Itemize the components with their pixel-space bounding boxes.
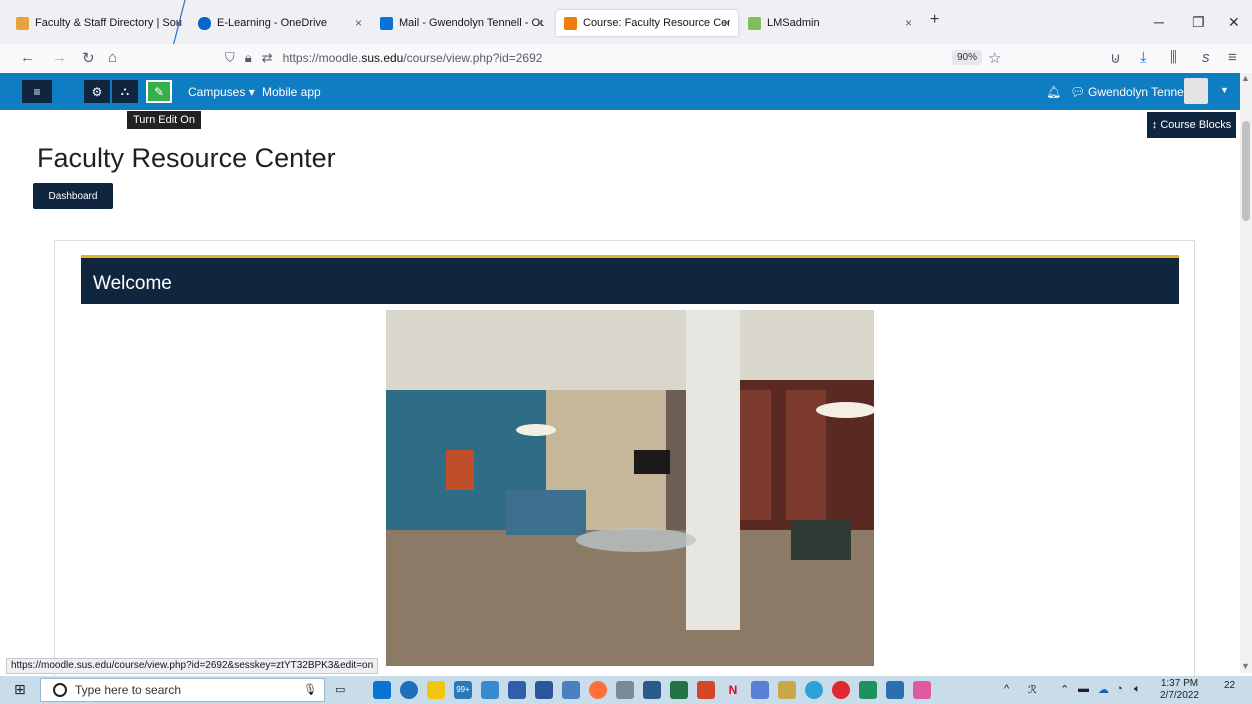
home-icon[interactable]: ⌂ (108, 49, 117, 66)
bookmark-star-icon[interactable]: ☆ (988, 49, 1001, 67)
campuses-menu[interactable]: Campuses ▾ (188, 85, 255, 99)
taskbar-search-input[interactable]: Type here to search (40, 678, 325, 702)
app-icon-2[interactable] (616, 681, 634, 699)
avatar[interactable] (1184, 78, 1208, 104)
app-icon-5[interactable] (805, 681, 823, 699)
section-title: Welcome (93, 273, 172, 294)
app-icon-6[interactable] (859, 681, 877, 699)
notification-center-icon[interactable]: 22 (1224, 680, 1244, 700)
microphone-icon[interactable]: 🎙︎ (303, 683, 317, 696)
library-icon[interactable]: ⫼ (1170, 49, 1177, 66)
outlook-taskbar-icon[interactable] (373, 681, 391, 699)
welcome-section-header: Welcome (81, 255, 1179, 304)
onedrive-tray-icon[interactable]: ☁ (1098, 683, 1109, 696)
cortana-icon (53, 683, 67, 697)
scroll-up-icon[interactable]: ▲ (1241, 73, 1250, 83)
app-icon-7[interactable] (886, 681, 904, 699)
edge-icon[interactable] (400, 681, 418, 699)
lmsadmin-icon (748, 16, 761, 30)
shield-icon: ⛉ (225, 50, 235, 65)
firefox-icon[interactable] (589, 681, 607, 699)
powerpoint-icon[interactable] (697, 681, 715, 699)
tab-close-icon[interactable]: × (905, 16, 912, 30)
status-url: https://moodle.sus.edu/course/view.php?i… (6, 658, 379, 674)
edit-tooltip: Turn Edit On (127, 111, 201, 129)
permissions-icon: ⇄ (261, 50, 273, 65)
lounge-photo (386, 310, 874, 666)
tab-onedrive[interactable]: E-Learning - OneDrive × (190, 10, 370, 36)
app-icon-8[interactable] (913, 681, 931, 699)
opera-icon[interactable] (832, 681, 850, 699)
scrollbar-thumb[interactable] (1242, 121, 1250, 221)
close-window-icon[interactable]: ✕ (1228, 14, 1240, 31)
moodle-navbar: ≡ ⚙ ⛬ ✎ Campuses ▾ Mobile app 🔔︎ 💬︎ Gwen… (0, 73, 1240, 110)
url-text: https://moodle.sus.edu/course/view.php?i… (282, 51, 543, 65)
app-icon-1[interactable] (481, 681, 499, 699)
back-icon[interactable]: ← (20, 49, 35, 66)
tab-close-icon[interactable]: × (723, 16, 730, 30)
app-icon-3[interactable] (751, 681, 769, 699)
windows-taskbar: ⊞ Type here to search 🎙︎ ▭ 99+ N ^ ℛ ⌃ ▬… (0, 676, 1252, 704)
page-scrollbar[interactable]: ▲ ▼ (1240, 73, 1252, 673)
windows-start-icon[interactable]: ⊞ (14, 681, 26, 698)
sitemap-icon[interactable]: ⛬ (112, 80, 138, 103)
arrows-vertical-icon: ↕ (1151, 119, 1161, 131)
turn-edit-on-button[interactable]: ✎ (146, 80, 172, 103)
zoom-indicator[interactable]: 90% (952, 50, 983, 65)
user-name[interactable]: Gwendolyn Tennell (1088, 85, 1189, 99)
app-icon-4[interactable] (778, 681, 796, 699)
tab-favicon-icon (16, 16, 29, 30)
address-bar[interactable]: ⛉ 🔒︎ ⇄ https://moodle.sus.edu/course/vie… (225, 46, 1015, 70)
sync-icon[interactable]: s (1202, 49, 1210, 66)
moodle-icon (564, 16, 577, 30)
page-title: Faculty Resource Center (37, 143, 336, 173)
pocket-icon[interactable]: ⊍ (1110, 49, 1121, 67)
tray-chevron-icon[interactable]: ⌃ (1060, 683, 1069, 696)
excel-icon[interactable] (670, 681, 688, 699)
dashboard-button[interactable]: Dashboard (33, 183, 113, 209)
tab-course[interactable]: Course: Faculty Resource Center × (556, 10, 738, 36)
powershell-icon[interactable] (508, 681, 526, 699)
messages-icon[interactable]: 💬︎ (1070, 85, 1085, 99)
network-app-icon[interactable] (562, 681, 580, 699)
tab-mail[interactable]: Mail - Gwendolyn Tennell - Outl × (372, 10, 552, 36)
restore-icon[interactable]: ❐ (1192, 14, 1205, 31)
teams-badge-icon[interactable]: 99+ (454, 681, 472, 699)
tab-close-icon[interactable]: × (355, 16, 362, 30)
course-blocks-button[interactable]: ↕ Course Blocks (1147, 112, 1236, 138)
lock-icon: 🔒︎ (244, 50, 252, 65)
reload-icon[interactable]: ↻ (82, 49, 95, 67)
file-explorer-icon[interactable] (427, 681, 445, 699)
tab-close-icon[interactable]: × (537, 16, 544, 30)
minimize-icon[interactable]: ─ (1154, 14, 1164, 30)
app-menu-icon[interactable]: ≡ (1228, 49, 1237, 66)
system-clock[interactable]: 1:37 PM 2/7/2022 (1160, 678, 1199, 702)
downloads-icon[interactable]: ⤓ (1140, 49, 1147, 66)
task-view-icon[interactable]: ▭ (335, 683, 345, 696)
wifi-icon[interactable]: ◔ (1116, 683, 1123, 695)
admin-gears-icon[interactable]: ⚙ (84, 80, 110, 103)
user-menu-caret-icon[interactable]: ▼ (1220, 85, 1229, 95)
hamburger-menu-icon[interactable]: ≡ (22, 80, 52, 103)
forward-icon[interactable]: → (52, 49, 67, 66)
people-icon[interactable]: ℛ (1028, 683, 1037, 696)
battery-icon[interactable]: ▬ (1078, 683, 1089, 695)
netflix-icon[interactable]: N (724, 681, 742, 699)
word-icon[interactable] (535, 681, 553, 699)
new-tab-button[interactable]: + (930, 11, 939, 29)
volume-icon[interactable]: 🔈︎ (1134, 683, 1141, 696)
notifications-bell-icon[interactable]: 🔔︎ (1046, 85, 1061, 99)
show-hidden-icons-icon[interactable]: ^ (1004, 683, 1009, 695)
mobile-app-link[interactable]: Mobile app (262, 85, 321, 99)
outlook-icon (380, 16, 393, 30)
store-icon[interactable] (643, 681, 661, 699)
tab-lmsadmin[interactable]: LMSadmin × (740, 10, 920, 36)
scroll-down-icon[interactable]: ▼ (1241, 661, 1250, 671)
browser-nav-bar: ← → ↻ ⌂ ⛉ 🔒︎ ⇄ https://moodle.sus.edu/co… (0, 44, 1252, 72)
